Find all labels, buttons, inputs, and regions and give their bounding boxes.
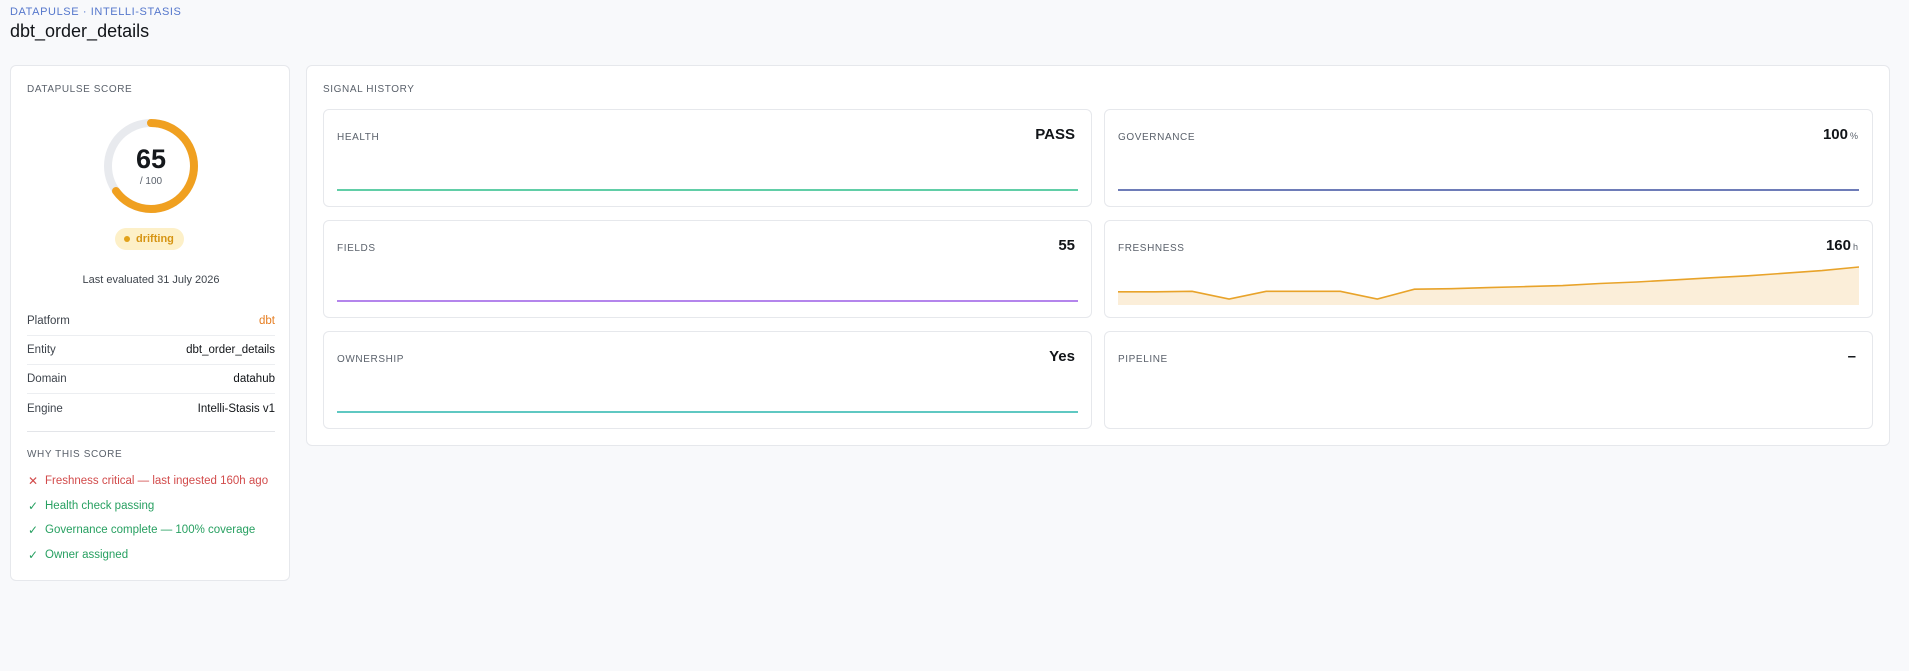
tile-value: 160 h xyxy=(1825,237,1858,254)
reason-item: ✕ Freshness critical — last ingested 160… xyxy=(27,469,287,494)
meta-row-domain: Domain datahub xyxy=(27,365,275,394)
signal-tile-health[interactable]: HEALTH PASS xyxy=(323,109,1092,207)
meta-value: dbt_order_details xyxy=(186,344,275,356)
meta-value: dbt xyxy=(259,315,275,327)
ownership-sparkline xyxy=(337,411,1078,413)
meta-row-entity: Entity dbt_order_details xyxy=(27,336,275,365)
meta-row-platform: Platform dbt xyxy=(27,307,275,336)
tile-value: Yes xyxy=(1049,348,1075,365)
meta-table: Platform dbt Entity dbt_order_details Do… xyxy=(27,307,275,423)
status-badge: drifting xyxy=(115,228,184,250)
signal-tile-ownership[interactable]: OWNERSHIP Yes xyxy=(323,331,1092,429)
tile-label: GOVERNANCE xyxy=(1118,132,1196,143)
score-gauge: 65 / 100 xyxy=(103,118,199,214)
health-sparkline xyxy=(337,189,1078,191)
governance-sparkline xyxy=(1118,189,1859,191)
freshness-sparkline xyxy=(1118,266,1859,305)
score-card-title: DATAPULSE SCORE xyxy=(27,84,133,95)
last-evaluated: Last evaluated 31 July 2026 xyxy=(82,274,220,286)
why-score-title: WHY THIS SCORE xyxy=(27,449,123,460)
reason-text: Freshness critical — last ingested 160h … xyxy=(45,475,269,488)
reason-item: ✓ Governance complete — 100% coverage xyxy=(27,518,287,543)
reason-item: ✓ Owner assigned xyxy=(27,543,287,568)
signal-tile-freshness[interactable]: FRESHNESS 160 h xyxy=(1104,220,1873,318)
score-card: DATAPULSE SCORE 65 / 100 drifting Last e… xyxy=(10,65,290,581)
reasons-list: ✕ Freshness critical — last ingested 160… xyxy=(27,469,287,567)
divider xyxy=(27,431,275,432)
tile-value: – xyxy=(1847,348,1856,365)
page-header: DATAPULSE · INTELLI-STASIS dbt_order_det… xyxy=(10,6,181,42)
tile-label: FRESHNESS xyxy=(1118,243,1185,254)
reason-text: Owner assigned xyxy=(45,548,129,561)
signal-history-title: SIGNAL HISTORY xyxy=(323,84,415,95)
tile-label: PIPELINE xyxy=(1118,354,1168,365)
signal-tile-governance[interactable]: GOVERNANCE 100% xyxy=(1104,109,1873,207)
tile-value: PASS xyxy=(1035,126,1075,143)
status-dot-icon xyxy=(124,236,130,242)
meta-value: datahub xyxy=(233,373,275,385)
score-value: 65 xyxy=(135,144,167,174)
check-icon: ✓ xyxy=(27,498,39,513)
meta-row-engine: Engine Intelli-Stasis v1 xyxy=(27,394,275,423)
meta-key: Engine xyxy=(27,402,63,415)
tile-label: OWNERSHIP xyxy=(337,354,405,365)
meta-key: Domain xyxy=(27,373,67,385)
check-icon: ✓ xyxy=(27,523,39,538)
reason-item: ✓ Health check passing xyxy=(27,494,287,519)
meta-key: Platform xyxy=(27,315,70,327)
signal-history-card: SIGNAL HISTORY HEALTH PASS GOVERNANCE 10… xyxy=(306,65,1890,446)
fields-sparkline xyxy=(337,300,1078,302)
page-title: dbt_order_details xyxy=(10,21,150,41)
tile-value: 100% xyxy=(1822,126,1858,143)
reason-text: Governance complete — 100% coverage xyxy=(45,524,256,537)
reason-text: Health check passing xyxy=(45,499,155,512)
signal-tile-fields[interactable]: FIELDS 55 xyxy=(323,220,1092,318)
meta-key: Entity xyxy=(27,344,56,356)
meta-value: Intelli-Stasis v1 xyxy=(197,402,275,415)
breadcrumb[interactable]: DATAPULSE · INTELLI-STASIS xyxy=(10,6,181,18)
tile-label: HEALTH xyxy=(337,132,380,143)
cross-icon: ✕ xyxy=(27,474,39,489)
tile-value: 55 xyxy=(1058,237,1075,254)
tile-label: FIELDS xyxy=(337,243,376,254)
signal-tile-pipeline[interactable]: PIPELINE – xyxy=(1104,331,1873,429)
check-icon: ✓ xyxy=(27,547,39,562)
status-label: drifting xyxy=(136,233,174,245)
score-max: / 100 xyxy=(139,176,163,187)
